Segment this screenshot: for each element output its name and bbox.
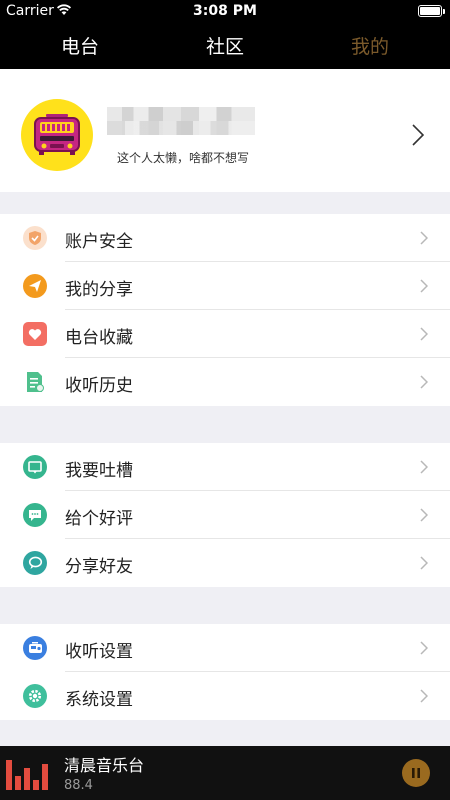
menu-item-label: 给个好评 xyxy=(65,509,133,529)
avatar[interactable] xyxy=(21,99,93,171)
chevron-right-icon xyxy=(420,689,428,703)
chat-bubble-icon xyxy=(23,503,47,527)
chevron-right-icon xyxy=(420,508,428,522)
menu-item-label: 系统设置 xyxy=(65,690,133,710)
speech-bubble-icon xyxy=(23,551,47,575)
chevron-right-icon xyxy=(420,641,428,655)
gear-icon xyxy=(23,684,47,708)
status-bar: Carrier 3:08 PM xyxy=(0,0,450,22)
menu-item-system-settings[interactable]: 系统设置 xyxy=(0,672,450,720)
chevron-right-icon xyxy=(420,375,428,389)
heart-icon xyxy=(23,322,47,346)
shield-icon xyxy=(23,226,47,250)
menu-item-rate-app[interactable]: 给个好评 xyxy=(0,491,450,539)
menu-item-my-shares[interactable]: 我的分享 xyxy=(0,262,450,310)
menu-group-settings: 收听设置 系统设置 xyxy=(0,624,450,720)
menu-item-label: 收听历史 xyxy=(65,376,133,396)
chevron-right-icon xyxy=(420,460,428,474)
nickname-blurred xyxy=(107,107,255,135)
menu-item-label: 分享好友 xyxy=(65,557,133,577)
chevron-right-icon xyxy=(412,124,424,146)
chevron-right-icon xyxy=(420,556,428,570)
clock: 3:08 PM xyxy=(193,3,257,19)
menu-group-account: 账户安全 我的分享 电台收藏 收听历史 xyxy=(0,214,450,406)
mini-player[interactable]: 清晨音乐台 88.4 xyxy=(0,746,450,800)
profile-card[interactable]: 这个人太懒，啥都不想写 xyxy=(0,69,450,192)
menu-item-label: 收听设置 xyxy=(65,642,133,662)
tab-community[interactable]: 社区 xyxy=(185,32,265,59)
menu-item-label: 账户安全 xyxy=(65,232,133,252)
menu-item-complain[interactable]: 我要吐槽 xyxy=(0,443,450,491)
equalizer-icon xyxy=(6,760,48,790)
menu-item-listening-settings[interactable]: 收听设置 xyxy=(0,624,450,672)
menu-item-label: 我的分享 xyxy=(65,280,133,300)
station-name: 清晨音乐台 xyxy=(64,756,145,775)
profile-signature: 这个人太懒，啥都不想写 xyxy=(117,151,250,165)
pause-button[interactable] xyxy=(402,759,430,787)
menu-item-favorite-stations[interactable]: 电台收藏 xyxy=(0,310,450,358)
tab-mine[interactable]: 我的 xyxy=(330,32,410,59)
chevron-right-icon xyxy=(420,279,428,293)
menu-item-share-friends[interactable]: 分享好友 xyxy=(0,539,450,587)
menu-item-label: 我要吐槽 xyxy=(65,461,133,481)
menu-item-label: 电台收藏 xyxy=(65,328,133,348)
paper-plane-icon xyxy=(23,274,47,298)
menu-group-feedback: 我要吐槽 给个好评 分享好友 xyxy=(0,443,450,587)
pause-icon xyxy=(412,768,420,778)
radio-avatar-icon xyxy=(34,114,80,155)
menu-item-listening-history[interactable]: 收听历史 xyxy=(0,358,450,406)
document-icon xyxy=(23,370,47,394)
top-tab-bar: 电台 社区 我的 xyxy=(0,22,450,69)
station-frequency: 88.4 xyxy=(64,778,93,793)
tab-radio[interactable]: 电台 xyxy=(40,32,120,59)
chevron-right-icon xyxy=(420,327,428,341)
feedback-icon xyxy=(23,455,47,479)
radio-settings-icon xyxy=(23,636,47,660)
menu-item-account-security[interactable]: 账户安全 xyxy=(0,214,450,262)
battery-icon xyxy=(418,5,442,17)
chevron-right-icon xyxy=(420,231,428,245)
